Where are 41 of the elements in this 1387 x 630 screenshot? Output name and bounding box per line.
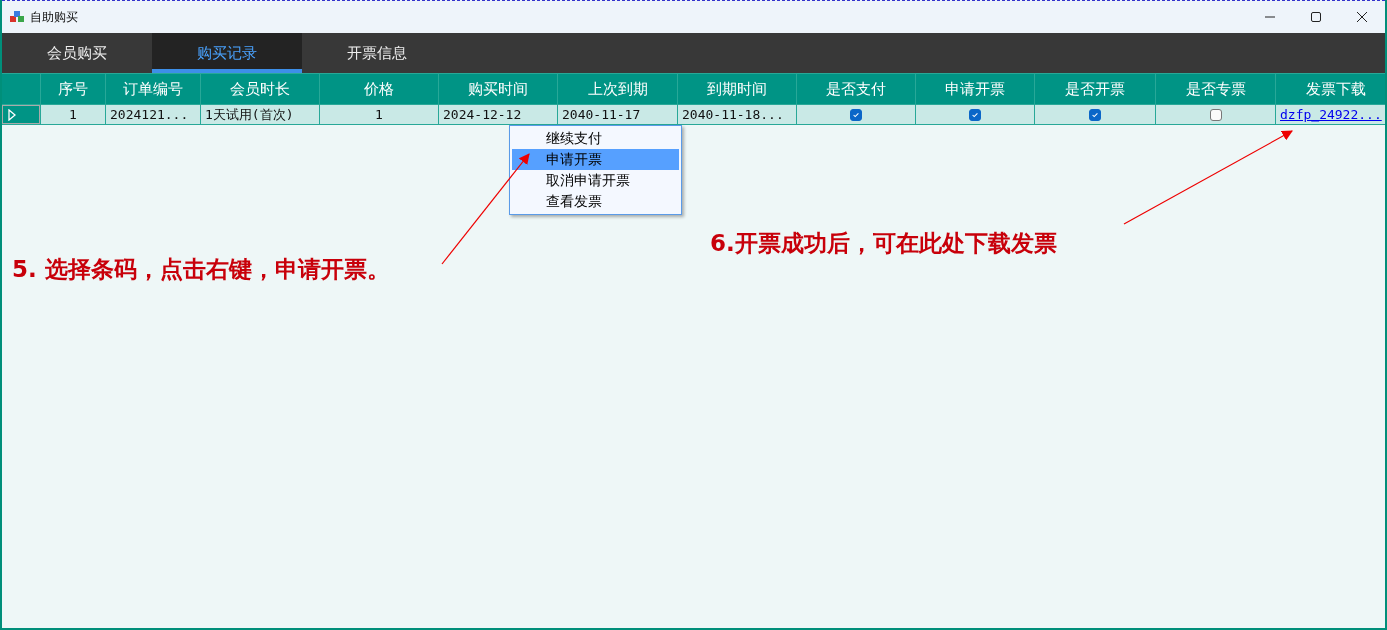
annotation-text: 6.开票成功后，可在此处下载发票 [710,229,1057,258]
checkbox[interactable] [1089,108,1101,121]
table-cell: 2024-12-12 [443,107,522,122]
table-cell: 2040-11-17 [562,107,641,122]
column-header: 订单编号 [106,74,200,104]
app-logo-icon [10,11,24,23]
annotation-text: 5. 选择条码，点击右键，申请开票。 [12,255,390,284]
column-header: 序号 [41,74,105,104]
column-header: 到期时间 [678,74,796,104]
close-icon[interactable] [1356,11,1368,23]
checkmark-icon [1091,110,1099,119]
tab[interactable]: 开票信息 [302,33,452,73]
row-pointer-icon [8,108,16,121]
checkbox[interactable] [1209,108,1222,121]
table-cell: 1 [69,107,77,122]
tab[interactable]: 购买记录 [152,33,302,73]
checkmark-icon [971,110,979,119]
column-header: 是否专票 [1156,74,1275,104]
menu-item[interactable]: 取消申请开票 [512,170,679,191]
table-cell: 1天试用(首次) [205,105,294,124]
menu-item[interactable]: 查看发票 [512,191,679,212]
column-header: 上次到期 [558,74,677,104]
checkmark-icon [852,110,860,119]
row-header[interactable] [2,105,40,124]
table-cell: 2040-11-18... [682,107,784,122]
column-header: 发票下载 [1276,74,1385,104]
column-header: 是否支付 [797,74,915,104]
column-header: 价格 [320,74,438,104]
tab[interactable]: 会员购买 [2,33,152,73]
table-cell: 2024121... [110,107,189,122]
menu-item[interactable]: 申请开票 [512,149,679,170]
checkbox[interactable] [969,108,981,121]
column-header: 会员时长 [201,74,319,104]
checkbox[interactable] [850,108,862,121]
maximize-icon[interactable] [1310,11,1322,23]
column-header: 申请开票 [916,74,1034,104]
table-cell: 1 [375,107,383,122]
column-header: 购买时间 [439,74,557,104]
column-header: 是否开票 [1035,74,1155,104]
menu-item[interactable]: 继续支付 [512,128,679,149]
window-title: 自助购买 [30,8,78,26]
